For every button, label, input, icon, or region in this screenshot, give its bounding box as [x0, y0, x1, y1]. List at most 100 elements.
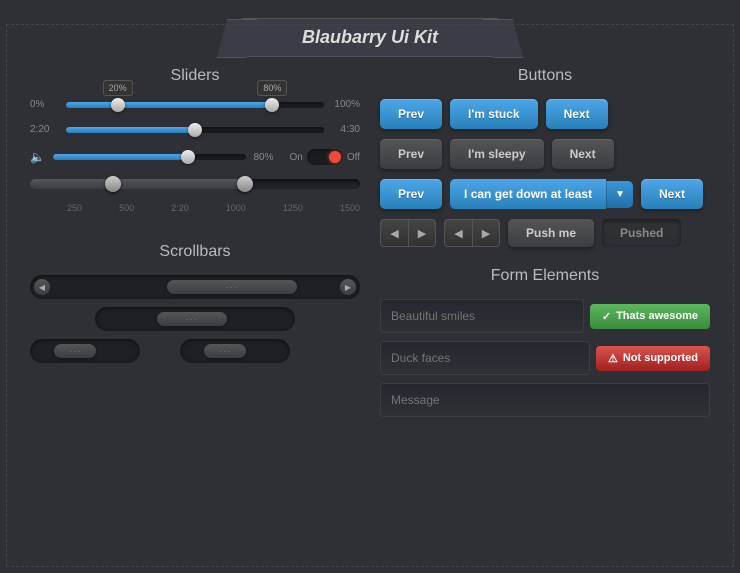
- btn-dropdown-main[interactable]: I can get down at least: [450, 179, 606, 209]
- form-input-2[interactable]: [380, 341, 590, 375]
- form-badge-green-text: Thats awesome: [616, 310, 698, 322]
- form-input-message[interactable]: [380, 383, 710, 417]
- btn-push[interactable]: Push me: [508, 219, 594, 247]
- form-badge-green-icon: ✓: [602, 310, 611, 323]
- toggle-control[interactable]: [307, 149, 343, 165]
- form-badge-red-text: Not supported: [623, 352, 698, 364]
- range-mark-1: 250: [67, 203, 82, 213]
- banner: Blaubarry Ui Kit: [0, 18, 740, 57]
- right-panel: Buttons Prev I'm stuck Next Prev I'm sle…: [380, 67, 710, 425]
- scrollbar-medium-row: ···: [30, 307, 360, 331]
- toggle-knob: [329, 151, 341, 163]
- button-row-2: Prev I'm sleepy Next: [380, 139, 710, 169]
- scrollbars-title: Scrollbars: [30, 243, 360, 261]
- toggle-on-label: On: [290, 152, 303, 163]
- range-track[interactable]: [30, 179, 360, 189]
- form-badge-red-icon: ⚠: [608, 352, 618, 365]
- slider-row-3: 🔈 80% On Off: [30, 149, 360, 165]
- range-slider-row: [30, 179, 360, 189]
- btn-dropdown-arrow[interactable]: ▼: [606, 181, 633, 208]
- btn-middle-1[interactable]: I'm stuck: [450, 99, 538, 129]
- btn-middle-2[interactable]: I'm sleepy: [450, 139, 544, 169]
- scrollbar-handle-small-2[interactable]: ···: [204, 344, 246, 358]
- scrollbar-small-row: ··· ···: [30, 339, 360, 363]
- btn-prev-3[interactable]: Prev: [380, 179, 442, 209]
- form-badge-green: ✓ Thats awesome: [590, 304, 710, 329]
- form-section: Form Elements ✓ Thats awesome ⚠ Not supp…: [380, 267, 710, 417]
- slider-time-max: 4:30: [332, 124, 360, 135]
- button-row-3: Prev I can get down at least ▼ Next: [380, 179, 710, 209]
- scrollbar-track-small-1: ···: [34, 344, 136, 358]
- scrollbar-small-1[interactable]: ···: [30, 339, 140, 363]
- scrollbar-full[interactable]: ◀ ··· ▶: [30, 275, 360, 299]
- buttons-section: Buttons Prev I'm stuck Next Prev I'm sle…: [380, 67, 710, 247]
- range-fill: [30, 179, 245, 189]
- toggle-off-label: Off: [347, 152, 360, 163]
- slider-badge-2: 80%: [257, 80, 287, 96]
- slider-track-1[interactable]: 20% 80%: [66, 102, 324, 108]
- scrollbar-track-small-2: ···: [184, 344, 286, 358]
- slider-volume-pct: 80%: [254, 152, 282, 163]
- range-mark-5: 1250: [283, 203, 303, 213]
- form-row-3: [380, 383, 710, 417]
- btn-pushed[interactable]: Pushed: [602, 219, 681, 247]
- slider-thumb-1b[interactable]: [265, 98, 279, 112]
- slider-track-3[interactable]: [53, 154, 246, 160]
- scrollbar-handle-medium[interactable]: ···: [157, 312, 227, 326]
- scrollbars-section: Scrollbars ◀ ··· ▶ ···: [30, 243, 360, 363]
- slider-row-1: 0% 20% 80% 100%: [30, 99, 360, 110]
- btn-next-2[interactable]: Next: [552, 139, 614, 169]
- btn-icon-right-1[interactable]: ▶: [408, 219, 436, 247]
- button-row-4: ◀ ▶ ◀ ▶ Push me Pushed: [380, 219, 710, 247]
- scrollbar-small-2[interactable]: ···: [180, 339, 290, 363]
- sliders-section: Sliders 0% 20% 80% 100%: [30, 67, 360, 213]
- range-mark-6: 1500: [340, 203, 360, 213]
- form-input-1[interactable]: [380, 299, 584, 333]
- range-mark-4: 1000: [226, 203, 246, 213]
- range-mark-3: 2:20: [171, 203, 189, 213]
- sliders-title: Sliders: [30, 67, 360, 85]
- slider-fill-2: [66, 127, 195, 133]
- btn-icon-pair-2: ◀ ▶: [444, 219, 500, 247]
- banner-title: Blaubarry Ui Kit: [302, 27, 438, 47]
- range-thumb-2[interactable]: [237, 176, 253, 192]
- slider-max-label: 100%: [332, 99, 360, 110]
- scrollbar-handle-small-1[interactable]: ···: [54, 344, 96, 358]
- slider-row-2: 2:20 4:30: [30, 124, 360, 135]
- slider-track-2[interactable]: [66, 127, 324, 133]
- slider-thumb-1a[interactable]: [111, 98, 125, 112]
- slider-badge-1: 20%: [103, 80, 133, 96]
- btn-icon-right-2[interactable]: ▶: [472, 219, 500, 247]
- scrollbar-medium[interactable]: ···: [95, 307, 295, 331]
- toggle-switch: On Off: [290, 149, 361, 165]
- range-marks: 250 500 2:20 1000 1250 1500: [30, 203, 360, 213]
- form-badge-red: ⚠ Not supported: [596, 346, 710, 371]
- btn-icon-left-2[interactable]: ◀: [444, 219, 472, 247]
- volume-icon: 🔈: [30, 150, 45, 164]
- slider-thumb-2[interactable]: [188, 123, 202, 137]
- btn-icon-left-1[interactable]: ◀: [380, 219, 408, 247]
- form-title: Form Elements: [380, 267, 710, 285]
- slider-fill-3: [53, 154, 188, 160]
- slider-time-min: 2:20: [30, 124, 58, 135]
- btn-next-1[interactable]: Next: [546, 99, 608, 129]
- banner-ribbon: Blaubarry Ui Kit: [242, 18, 498, 57]
- btn-icon-pair-1: ◀ ▶: [380, 219, 436, 247]
- main-content: Sliders 0% 20% 80% 100%: [0, 67, 740, 425]
- btn-dropdown-group: I can get down at least ▼: [450, 179, 633, 209]
- slider-thumb-3[interactable]: [181, 150, 195, 164]
- btn-prev-1[interactable]: Prev: [380, 99, 442, 129]
- scrollbar-handle-full[interactable]: ···: [167, 280, 297, 294]
- slider-fill-1: [66, 102, 272, 108]
- scrollbar-arrow-left[interactable]: ◀: [34, 279, 50, 295]
- scrollbar-arrow-right[interactable]: ▶: [340, 279, 356, 295]
- slider-min-label: 0%: [30, 99, 58, 110]
- btn-next-3[interactable]: Next: [641, 179, 703, 209]
- range-thumb-1[interactable]: [105, 176, 121, 192]
- range-mark-2: 500: [119, 203, 134, 213]
- buttons-title: Buttons: [380, 67, 710, 85]
- btn-prev-2[interactable]: Prev: [380, 139, 442, 169]
- scrollbar-track-full: ···: [54, 280, 336, 294]
- left-panel: Sliders 0% 20% 80% 100%: [30, 67, 360, 425]
- form-row-2: ⚠ Not supported: [380, 341, 710, 375]
